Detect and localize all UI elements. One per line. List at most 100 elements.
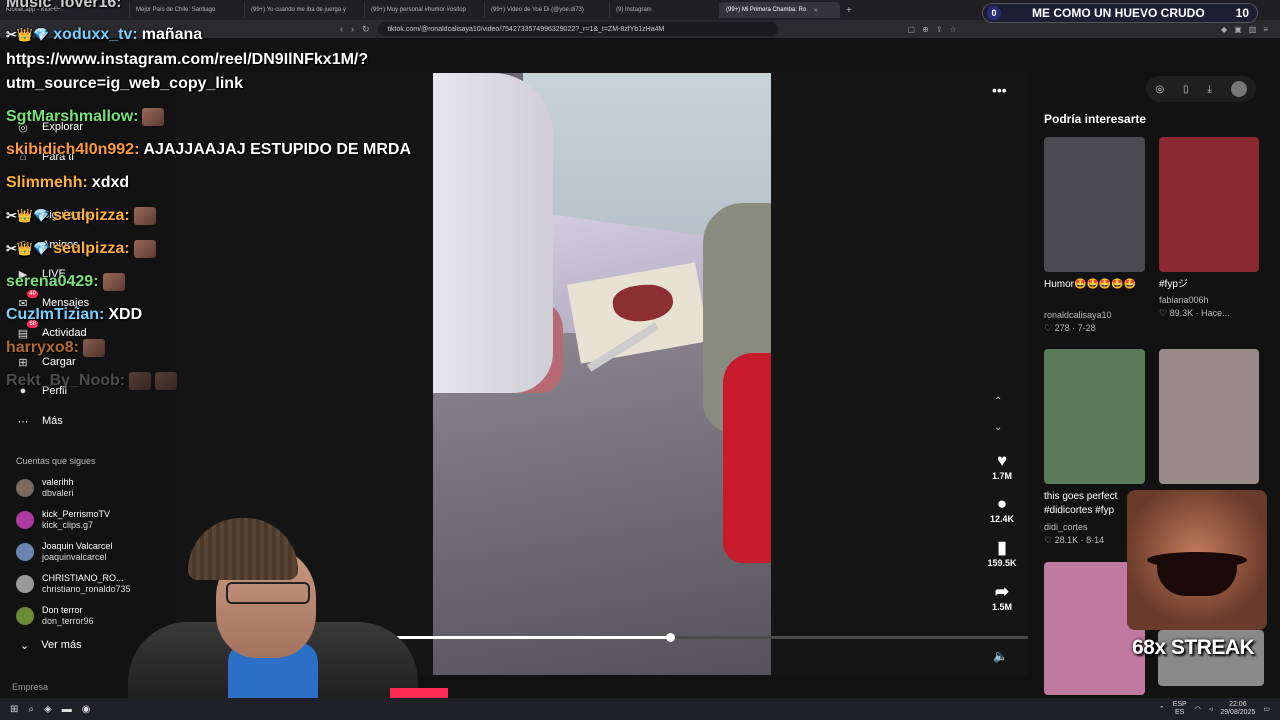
browser-tab[interactable]: Mejor País de Chile: Santiago xyxy=(130,2,245,18)
zoom-icon[interactable]: ⊕ xyxy=(922,25,929,34)
footer-company-link[interactable]: Empresa xyxy=(12,682,48,692)
chat-emote xyxy=(155,372,178,390)
recommendation-thumbnail[interactable] xyxy=(1044,137,1145,272)
previous-video-icon[interactable]: ⌃ xyxy=(994,396,1002,407)
menu-icon[interactable]: ≡ xyxy=(1263,25,1268,34)
like-button[interactable]: ♥ 1.7M xyxy=(982,451,1022,481)
chat-message: Music_lover16: xyxy=(6,0,122,11)
following-account[interactable]: kick_PerrismoTV kick_clips.g7 xyxy=(16,509,110,531)
clock[interactable]: 22:06 29/08/2025 xyxy=(1220,701,1255,717)
heart-icon: ♥ xyxy=(996,451,1008,470)
video-scene-person xyxy=(433,73,553,393)
address-actions: ▢ ⊕ ⇪ ☆ xyxy=(778,25,957,34)
chat-message: skibidich4l0n992: AJAJJAAJAJ ESTUPIDO DE … xyxy=(6,141,411,158)
chat-message: serena0429: xyxy=(6,273,125,291)
close-tab-icon[interactable]: ✕ xyxy=(813,7,818,14)
chat-emote xyxy=(102,273,125,291)
browser-tab-active[interactable]: (99+) Mi Primera Chamba: Ro ✕ xyxy=(720,2,840,18)
bookmark-icon: ▮ xyxy=(997,538,1007,557)
recommendation-caption[interactable]: #fypジ xyxy=(1159,278,1264,292)
app-icon[interactable]: ◉ xyxy=(82,704,91,715)
comment-icon: ● xyxy=(996,494,1008,513)
recommendation-thumbnail[interactable] xyxy=(1044,349,1145,484)
share-icon[interactable]: ⇪ xyxy=(936,25,943,34)
wifi-icon[interactable]: ◠ xyxy=(1195,705,1201,713)
chevron-down-icon: ⌄ xyxy=(20,640,30,652)
sidebar-item-upload[interactable]: ⊞ Cargar xyxy=(16,355,75,369)
chat-message: CuzImTizian: XDD xyxy=(6,306,143,323)
user-badges-icon: ✂👑💎 xyxy=(6,27,50,42)
sidebar-icon[interactable]: ▥ xyxy=(1249,25,1257,34)
browser-tab[interactable]: (99+) Video de Yoe Di (@yoe.di73) xyxy=(485,2,610,18)
bookmark-icon[interactable]: ☆ xyxy=(950,25,957,34)
share-button[interactable]: ➦ 1.5M xyxy=(982,582,1022,612)
windows-taskbar: ⊞ ⌕ ◈ ▬ ◉ ⌃ ESP ES ◠ ◃ 22:06 29/08/2025 ▭ xyxy=(0,698,1280,720)
see-more-button[interactable]: ⌄ Ver más xyxy=(20,639,82,652)
top-action-bar: ◎ ▯ ⤓ xyxy=(1146,76,1256,102)
following-account[interactable]: Joaquin Valcarcel joaquinvalcarcel xyxy=(16,541,112,563)
chat-message: Slimmehh: xdxd xyxy=(6,174,130,191)
emote-mouth xyxy=(1157,560,1237,596)
extension-icon[interactable]: ◆ xyxy=(1221,25,1227,34)
recommendation-author[interactable]: ronaldcalisaya10 xyxy=(1044,309,1154,321)
chat-message: ✂👑💎 seulpizza: xyxy=(6,240,156,258)
recommendation-author[interactable]: fabiana006h xyxy=(1159,294,1269,306)
chat-message: Rekt_By_Noob: xyxy=(6,372,178,390)
laughing-emote-image xyxy=(1127,490,1267,630)
recommendation-stats: ♡ 278 · 7-28 xyxy=(1044,323,1096,333)
browser-tab[interactable]: (99+) Muy personal #humor #ositop xyxy=(365,2,485,18)
activity-icon: ▤ 68 xyxy=(17,320,38,340)
user-avatar[interactable] xyxy=(1230,81,1247,97)
video-player[interactable] xyxy=(433,73,771,675)
recommendation-thumbnail[interactable] xyxy=(1159,137,1259,272)
avatar xyxy=(16,575,34,593)
search-icon[interactable]: ⌕ xyxy=(28,704,34,715)
volume-icon[interactable]: 🔈 xyxy=(993,649,1008,663)
url-field[interactable]: tiktok.com/@ronaldcalisaya10/video/75427… xyxy=(377,22,778,36)
recommendation-caption[interactable]: Humor🤩🤩🤩🤩🤩 xyxy=(1044,278,1149,292)
coins-icon[interactable]: ◎ xyxy=(1155,84,1164,95)
file-explorer-icon[interactable]: ▬ xyxy=(62,704,72,715)
streak-counter: 68x STREAK xyxy=(1132,636,1255,659)
following-account[interactable]: CHRISTIANO_RO... christiano_ronaldo735 xyxy=(16,573,131,595)
more-icon: ⋯ xyxy=(17,415,29,428)
chat-message: ✂👑💎 xoduxx_tv: mañana xyxy=(6,26,203,43)
chat-emote xyxy=(129,372,152,390)
language-indicator[interactable]: ESP ES xyxy=(1173,701,1187,717)
device-icon[interactable]: ▯ xyxy=(1183,84,1189,95)
share-arrow-icon: ➦ xyxy=(994,582,1010,601)
speaker-icon[interactable]: ◃ xyxy=(1209,705,1213,713)
avatar xyxy=(16,511,34,529)
chat-message: harryxo8: xyxy=(6,339,105,357)
browser-tab[interactable]: (9) Instagram xyxy=(610,2,720,18)
save-button[interactable]: ▮ 159.5K xyxy=(982,538,1022,568)
back-icon[interactable]: ‹ xyxy=(340,24,343,35)
chat-message: SgtMarshmallow: xyxy=(6,108,165,126)
following-account[interactable]: valerihh dbvaleri xyxy=(16,477,74,499)
goal-end: 10 xyxy=(1235,6,1249,20)
reader-icon[interactable]: ▢ xyxy=(908,25,916,34)
next-video-icon[interactable]: ⌄ xyxy=(994,422,1002,433)
forward-icon[interactable]: › xyxy=(351,24,354,35)
sidebar-item-activity[interactable]: ▤ 68 Actividad xyxy=(16,320,87,340)
chat-emote xyxy=(133,207,156,225)
tray-chevron-icon[interactable]: ⌃ xyxy=(1159,705,1165,713)
webcam-glasses xyxy=(226,582,310,604)
taskbar-apps: ⊞ ⌕ ◈ ▬ ◉ xyxy=(0,704,90,715)
sidebar-item-more[interactable]: ⋯ Más xyxy=(16,414,63,428)
comment-button[interactable]: ● 12.4K xyxy=(982,494,1022,524)
wallet-icon[interactable]: ▣ xyxy=(1234,25,1242,34)
download-icon[interactable]: ⤓ xyxy=(1207,84,1211,95)
new-tab-button[interactable]: + xyxy=(840,5,858,16)
chat-message: utm_source=ig_web_copy_link xyxy=(6,75,243,92)
browser-tab[interactable]: (99+) Yo cuando me iba de juerga y xyxy=(245,2,365,18)
following-account[interactable]: Don terror don_terror96 xyxy=(16,605,94,627)
brave-browser-icon[interactable]: ◈ xyxy=(44,704,52,715)
windows-start-icon[interactable]: ⊞ xyxy=(10,704,18,715)
system-tray: ⌃ ESP ES ◠ ◃ 22:06 29/08/2025 ▭ xyxy=(1159,701,1280,717)
chat-message: https://www.instagram.com/reel/DN9IlNFkx… xyxy=(6,51,369,68)
reload-icon[interactable]: ↻ xyxy=(362,24,370,35)
recommendation-thumbnail[interactable] xyxy=(1159,349,1259,484)
notifications-icon[interactable]: ▭ xyxy=(1263,705,1270,713)
more-options-icon[interactable]: ••• xyxy=(992,82,1007,98)
